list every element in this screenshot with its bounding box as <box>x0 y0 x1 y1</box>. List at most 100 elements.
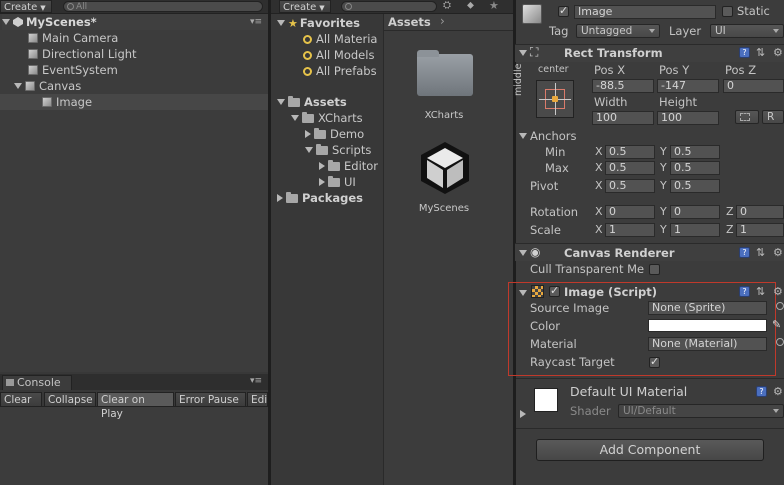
breadcrumb-assets[interactable]: Assets <box>388 15 431 29</box>
project-create-button[interactable]: Create ▼ <box>279 0 331 13</box>
menu-icon[interactable]: ▾≡ <box>250 376 262 386</box>
help-icon[interactable]: ? <box>739 247 750 258</box>
unity-scene-icon <box>13 17 23 27</box>
hierarchy-item-eventsystem[interactable]: EventSystem <box>28 62 118 78</box>
favorite-item-all-materials[interactable]: All Materia <box>303 31 377 47</box>
console-editor-button[interactable]: Edit <box>247 392 268 407</box>
scale-y-field[interactable]: 1 <box>670 223 720 237</box>
expand-arrow-icon[interactable] <box>305 130 311 138</box>
pos-x-field[interactable]: -88.5 <box>592 79 654 93</box>
object-picker-icon[interactable] <box>776 338 784 346</box>
anchor-min-x-field[interactable]: 0.5 <box>605 145 655 159</box>
asset-item-xcharts[interactable]: XCharts <box>411 50 481 122</box>
expand-arrow-icon[interactable] <box>277 194 283 202</box>
console-clear-on-play-button[interactable]: Clear on Play <box>97 392 174 420</box>
tag-dropdown[interactable]: Untagged <box>576 24 660 38</box>
assets-row[interactable]: Assets <box>277 94 347 110</box>
tab-console[interactable]: Console <box>2 375 72 390</box>
gear-icon[interactable]: ⚙ <box>773 386 783 397</box>
anchor-min-y-field[interactable]: 0.5 <box>670 145 720 159</box>
hierarchy-item-main-camera[interactable]: Main Camera <box>28 30 118 46</box>
help-icon[interactable]: ? <box>739 47 750 58</box>
raw-edit-button[interactable]: R <box>762 110 784 124</box>
scale-z-field[interactable]: 1 <box>736 223 784 237</box>
help-icon[interactable]: ? <box>756 386 767 397</box>
expand-arrow-icon[interactable] <box>519 290 527 296</box>
rotation-x-field[interactable]: 0 <box>605 205 655 219</box>
expand-arrow-icon[interactable] <box>319 162 325 170</box>
favorites-row[interactable]: ★ Favorites <box>277 15 360 31</box>
scene-row[interactable]: MyScenes* ▾≡ <box>2 14 268 30</box>
anchor-max-y-field[interactable]: 0.5 <box>670 161 720 175</box>
expand-arrow-icon[interactable] <box>14 83 22 89</box>
packages-row[interactable]: Packages <box>277 190 363 206</box>
tree-item-ui[interactable]: UI <box>319 174 356 190</box>
object-name-field[interactable]: Image <box>574 5 716 19</box>
add-component-button[interactable]: Add Component <box>536 439 764 461</box>
expand-arrow-icon[interactable] <box>519 250 527 256</box>
help-icon[interactable]: ? <box>739 286 750 297</box>
tree-item-editor[interactable]: Editor <box>319 158 383 174</box>
rotation-z-field[interactable]: 0 <box>736 205 784 219</box>
hierarchy-item-image[interactable]: Image <box>42 94 92 110</box>
layer-dropdown[interactable]: UI <box>710 24 784 38</box>
favorite-item-all-prefabs[interactable]: All Prefabs <box>303 63 377 79</box>
pivot-y-field[interactable]: 0.5 <box>670 179 720 193</box>
expand-arrow-icon[interactable] <box>319 178 325 186</box>
active-checkbox[interactable] <box>558 4 569 17</box>
preset-icon[interactable]: ⇅ <box>756 47 765 58</box>
favorite-item-all-models[interactable]: All Models <box>303 47 374 63</box>
preset-icon[interactable]: ⇅ <box>756 247 765 258</box>
expand-arrow-icon[interactable] <box>519 50 527 56</box>
hierarchy-create-button[interactable]: Create ▼ <box>0 0 52 13</box>
height-field[interactable]: 100 <box>657 111 719 125</box>
width-field[interactable]: 100 <box>592 111 654 125</box>
scale-label: Scale <box>530 223 561 237</box>
console-clear-button[interactable]: Clear <box>0 392 42 407</box>
hierarchy-item-canvas[interactable]: Canvas <box>14 78 81 94</box>
source-image-field[interactable]: None (Sprite) <box>648 301 767 315</box>
blueprint-mode-button[interactable] <box>735 110 759 124</box>
anchor-preset-button[interactable] <box>536 80 574 118</box>
material-field[interactable]: None (Material) <box>648 337 767 351</box>
favorite-star-icon[interactable]: ★ <box>489 0 499 12</box>
expand-arrow-icon[interactable] <box>291 115 299 121</box>
gear-icon[interactable]: ⚙ <box>773 247 783 258</box>
expand-arrow-icon[interactable] <box>277 20 285 26</box>
console-collapse-button[interactable]: Collapse <box>44 392 96 407</box>
expand-arrow-icon[interactable] <box>305 147 313 153</box>
hierarchy-search-input[interactable]: All <box>63 1 263 12</box>
static-checkbox[interactable] <box>722 6 733 17</box>
pos-y-field[interactable]: -147 <box>657 79 719 93</box>
folder-icon <box>417 54 473 96</box>
gear-icon[interactable]: ⚙ <box>773 286 783 297</box>
raycast-target-checkbox[interactable] <box>649 355 660 368</box>
pos-z-field[interactable]: 0 <box>723 79 784 93</box>
expand-arrow-icon[interactable] <box>519 133 527 139</box>
pivot-x-field[interactable]: 0.5 <box>605 179 655 193</box>
preset-icon[interactable]: ⇅ <box>756 286 765 297</box>
expand-arrow-icon[interactable] <box>2 19 10 25</box>
menu-icon[interactable]: ▾≡ <box>250 14 262 30</box>
tree-item-demo[interactable]: Demo <box>305 126 364 142</box>
filter-by-label-icon[interactable]: ⬥ <box>467 0 474 11</box>
hierarchy-item-directional-light[interactable]: Directional Light <box>28 46 137 62</box>
cull-transparent-checkbox[interactable] <box>649 264 660 275</box>
expand-arrow-icon[interactable] <box>520 410 526 418</box>
rotation-y-field[interactable]: 0 <box>670 205 720 219</box>
asset-item-myscenes[interactable]: MyScenes <box>411 140 481 216</box>
tree-item-scripts[interactable]: Scripts <box>305 142 371 158</box>
filter-by-type-icon[interactable]: ⛭ <box>443 0 451 11</box>
object-picker-icon[interactable] <box>776 302 784 310</box>
color-swatch[interactable] <box>648 319 767 332</box>
expand-arrow-icon[interactable] <box>277 99 285 105</box>
project-search-input[interactable] <box>341 1 437 12</box>
scale-x-field[interactable]: 1 <box>605 223 655 237</box>
shader-dropdown[interactable]: UI/Default <box>618 404 784 418</box>
anchor-max-x-field[interactable]: 0.5 <box>605 161 655 175</box>
eyedropper-icon[interactable]: ✎ <box>772 318 781 331</box>
gear-icon[interactable]: ⚙ <box>773 47 783 58</box>
console-error-pause-button[interactable]: Error Pause <box>175 392 246 407</box>
image-enabled-checkbox[interactable] <box>549 284 560 297</box>
tree-item-xcharts[interactable]: XCharts <box>291 110 363 126</box>
